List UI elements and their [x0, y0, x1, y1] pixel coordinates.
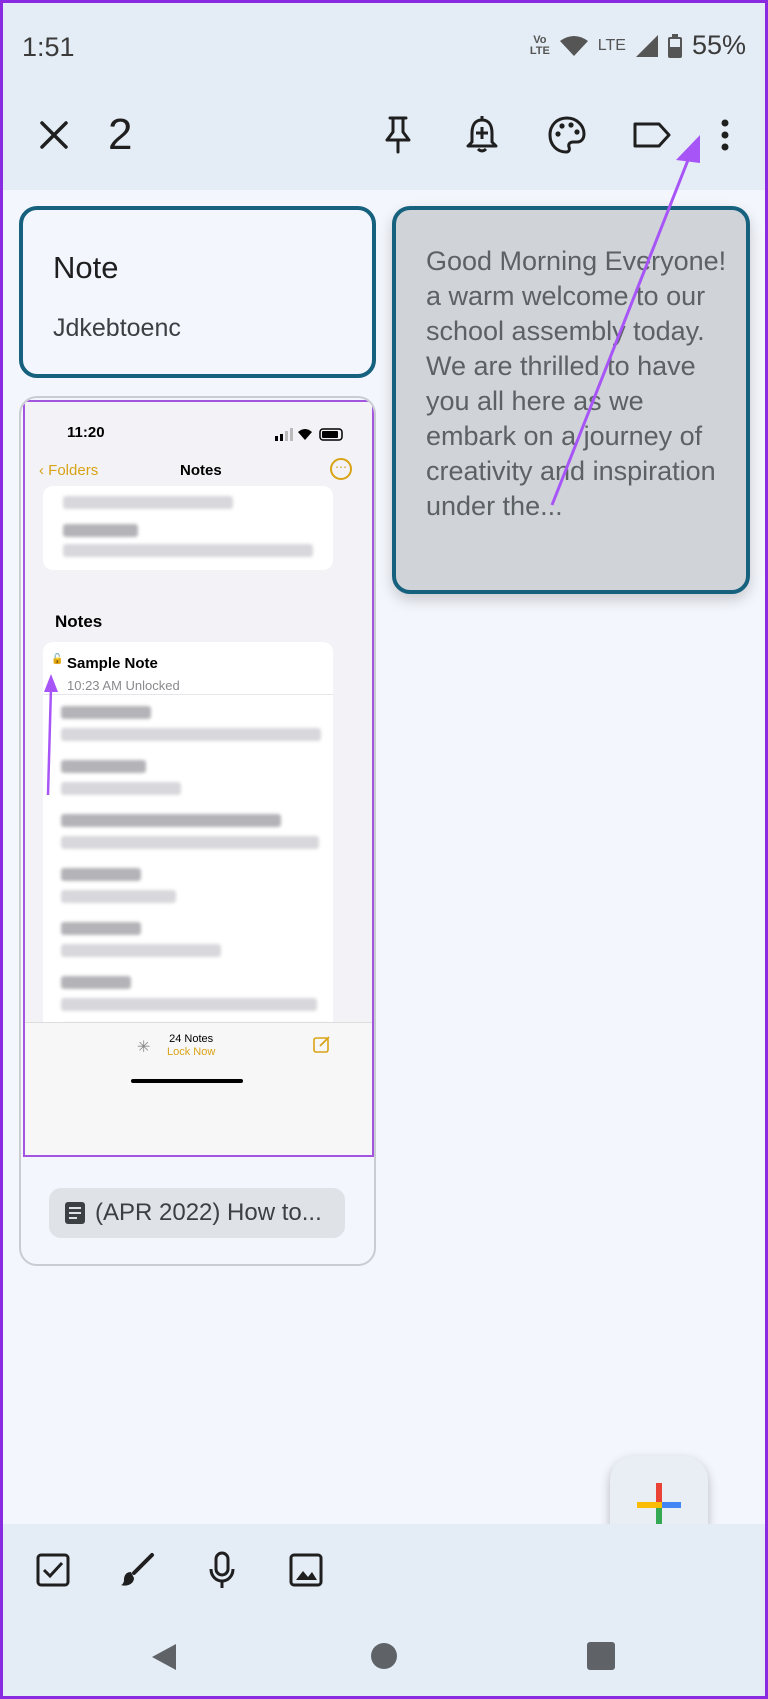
- battery-icon: [667, 33, 682, 58]
- close-icon: [40, 121, 68, 149]
- signal-icon: [635, 34, 658, 57]
- image-icon: [289, 1553, 323, 1587]
- lte-label: LTE: [597, 36, 626, 54]
- system-navigation-bar: [0, 1624, 768, 1699]
- note-title: Note: [53, 250, 119, 285]
- brush-icon: [121, 1553, 154, 1586]
- new-audio-button[interactable]: [200, 1548, 244, 1592]
- ios-bottom-toolbar: ✳ 24 Notes Lock Now: [25, 1022, 372, 1155]
- web-link-label: (APR 2022) How to...: [95, 1199, 322, 1226]
- mic-icon: [209, 1551, 235, 1588]
- status-bar: 1:51 Vo LTE LTE 55%: [0, 0, 768, 95]
- lock-open-icon: 🔓: [51, 654, 64, 665]
- new-drawing-button[interactable]: [115, 1548, 159, 1592]
- recents-icon[interactable]: [587, 1642, 615, 1670]
- ios-status-icons: [275, 428, 343, 441]
- new-list-button[interactable]: [31, 1548, 75, 1592]
- new-image-button[interactable]: [284, 1548, 328, 1592]
- ios-sample-note-meta: 10:23 AM Unlocked: [67, 678, 180, 693]
- ios-sample-note-title: Sample Note: [67, 655, 158, 672]
- status-icons: Vo LTE LTE 55%: [530, 30, 746, 61]
- pin-button[interactable]: [376, 113, 420, 157]
- plus-icon: [637, 1483, 681, 1527]
- ios-notes-list: 🔓: [43, 642, 333, 1037]
- pin-icon: [385, 116, 411, 154]
- ios-time: 11:20: [67, 424, 105, 441]
- checkbox-icon: [36, 1553, 70, 1587]
- back-icon[interactable]: [150, 1642, 178, 1672]
- attached-screenshot: 11:20 ‹ Folders Notes ⋯ Notes 🔓 Sample N…: [23, 400, 374, 1157]
- palette-icon: [548, 116, 586, 154]
- web-link-chip[interactable]: (APR 2022) How to...: [49, 1188, 345, 1238]
- selected-count: 2: [108, 110, 133, 159]
- assembly-note-card-selected[interactable]: Good Morning Everyone! a warm welcome to…: [392, 206, 750, 594]
- remind-button[interactable]: [460, 113, 504, 157]
- blurred-pinned-list: [43, 486, 333, 570]
- image-note-card[interactable]: 11:20 ‹ Folders Notes ⋯ Notes 🔓 Sample N…: [19, 396, 376, 1266]
- ios-more-icon: ⋯: [330, 458, 352, 480]
- home-icon[interactable]: [370, 1642, 398, 1670]
- ios-section-title: Notes: [55, 612, 103, 631]
- note-card-selected[interactable]: Note Jdkebtoenc: [19, 206, 376, 378]
- wifi-icon: [559, 35, 588, 56]
- bottom-toolbar: [0, 1524, 768, 1624]
- close-selection-button[interactable]: [36, 117, 72, 153]
- reminder-bell-icon: [466, 116, 498, 153]
- label-button[interactable]: [630, 113, 674, 157]
- more-vert-icon: [721, 119, 729, 151]
- volte-icon: Vo LTE: [529, 33, 550, 57]
- ios-notes-title: Notes: [180, 462, 222, 479]
- ios-compose-icon: [313, 1036, 330, 1053]
- ios-spinner-icon: ✳: [137, 1039, 151, 1056]
- color-button[interactable]: [545, 113, 589, 157]
- ios-home-indicator: [131, 1079, 243, 1083]
- ios-back-folders: ‹ Folders: [39, 462, 99, 479]
- battery-percent: 55%: [691, 30, 746, 60]
- selection-action-bar: 2: [0, 95, 768, 190]
- assembly-note-text: Good Morning Everyone! a warm welcome to…: [426, 246, 727, 521]
- ios-notes-count: 24 Notes Lock Now: [167, 1033, 216, 1058]
- document-icon: [65, 1202, 85, 1224]
- status-time: 1:51: [22, 32, 75, 62]
- more-options-button[interactable]: [703, 113, 747, 157]
- label-icon: [633, 122, 671, 148]
- note-body: Jdkebtoenc: [53, 314, 181, 342]
